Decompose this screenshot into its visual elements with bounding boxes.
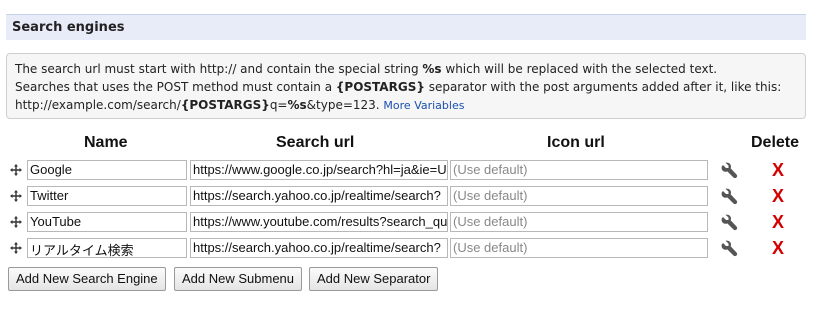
- move-handle-icon[interactable]: [9, 189, 23, 203]
- info-line-3: http://example.com/search/{POSTARGS}q=%s…: [15, 98, 465, 112]
- engine-row: Google https://www.google.co.jp/search?h…: [0, 159, 814, 183]
- wrench-icon[interactable]: [720, 214, 738, 232]
- engine-name-input[interactable]: Google: [27, 160, 187, 180]
- delete-engine-button[interactable]: X: [770, 159, 786, 181]
- column-header-name: Name: [84, 134, 128, 151]
- column-header-delete: Delete: [751, 134, 800, 151]
- move-handle-icon[interactable]: [9, 215, 23, 229]
- engine-name-input[interactable]: Twitter: [27, 186, 187, 206]
- section-title: Search engines: [6, 14, 806, 40]
- column-header-search-url: Search url: [276, 134, 355, 151]
- engine-row: YouTube https://www.youtube.com/results?…: [0, 211, 814, 235]
- info-box: The search url must start with http:// a…: [6, 53, 806, 119]
- wrench-icon[interactable]: [720, 188, 738, 206]
- engine-name-input[interactable]: YouTube: [27, 212, 187, 232]
- more-variables-link[interactable]: More Variables: [383, 99, 464, 112]
- engine-icon-url-input[interactable]: (Use default): [450, 238, 708, 258]
- add-separator-button[interactable]: Add New Separator: [309, 267, 439, 291]
- move-handle-icon[interactable]: [9, 163, 23, 177]
- engine-url-input[interactable]: https://www.google.co.jp/search?hl=ja&ie…: [190, 160, 448, 180]
- engine-icon-url-input[interactable]: (Use default): [450, 186, 708, 206]
- engine-icon-url-input[interactable]: (Use default): [450, 212, 708, 232]
- engine-name-input[interactable]: リアルタイム検索: [27, 238, 187, 258]
- delete-engine-button[interactable]: X: [770, 211, 786, 233]
- engine-icon-url-input[interactable]: (Use default): [450, 160, 708, 180]
- wrench-icon[interactable]: [720, 162, 738, 180]
- info-line-2: Searches that uses the POST method must …: [15, 80, 782, 94]
- engine-row: Twitter https://search.yahoo.co.jp/realt…: [0, 185, 814, 209]
- info-line-1: The search url must start with http:// a…: [15, 62, 718, 76]
- delete-engine-button[interactable]: X: [770, 185, 786, 207]
- add-search-engine-button[interactable]: Add New Search Engine: [8, 267, 166, 291]
- move-handle-icon[interactable]: [9, 241, 23, 255]
- wrench-icon[interactable]: [720, 240, 738, 258]
- engine-url-input[interactable]: https://search.yahoo.co.jp/realtime/sear…: [190, 186, 448, 206]
- delete-engine-button[interactable]: X: [770, 237, 786, 259]
- column-header-icon-url: Icon url: [547, 134, 605, 151]
- engine-url-input[interactable]: https://www.youtube.com/results?search_q…: [190, 212, 448, 232]
- add-submenu-button[interactable]: Add New Submenu: [174, 267, 303, 291]
- engine-url-input[interactable]: https://search.yahoo.co.jp/realtime/sear…: [190, 238, 448, 258]
- engine-row: リアルタイム検索 https://search.yahoo.co.jp/real…: [0, 237, 814, 261]
